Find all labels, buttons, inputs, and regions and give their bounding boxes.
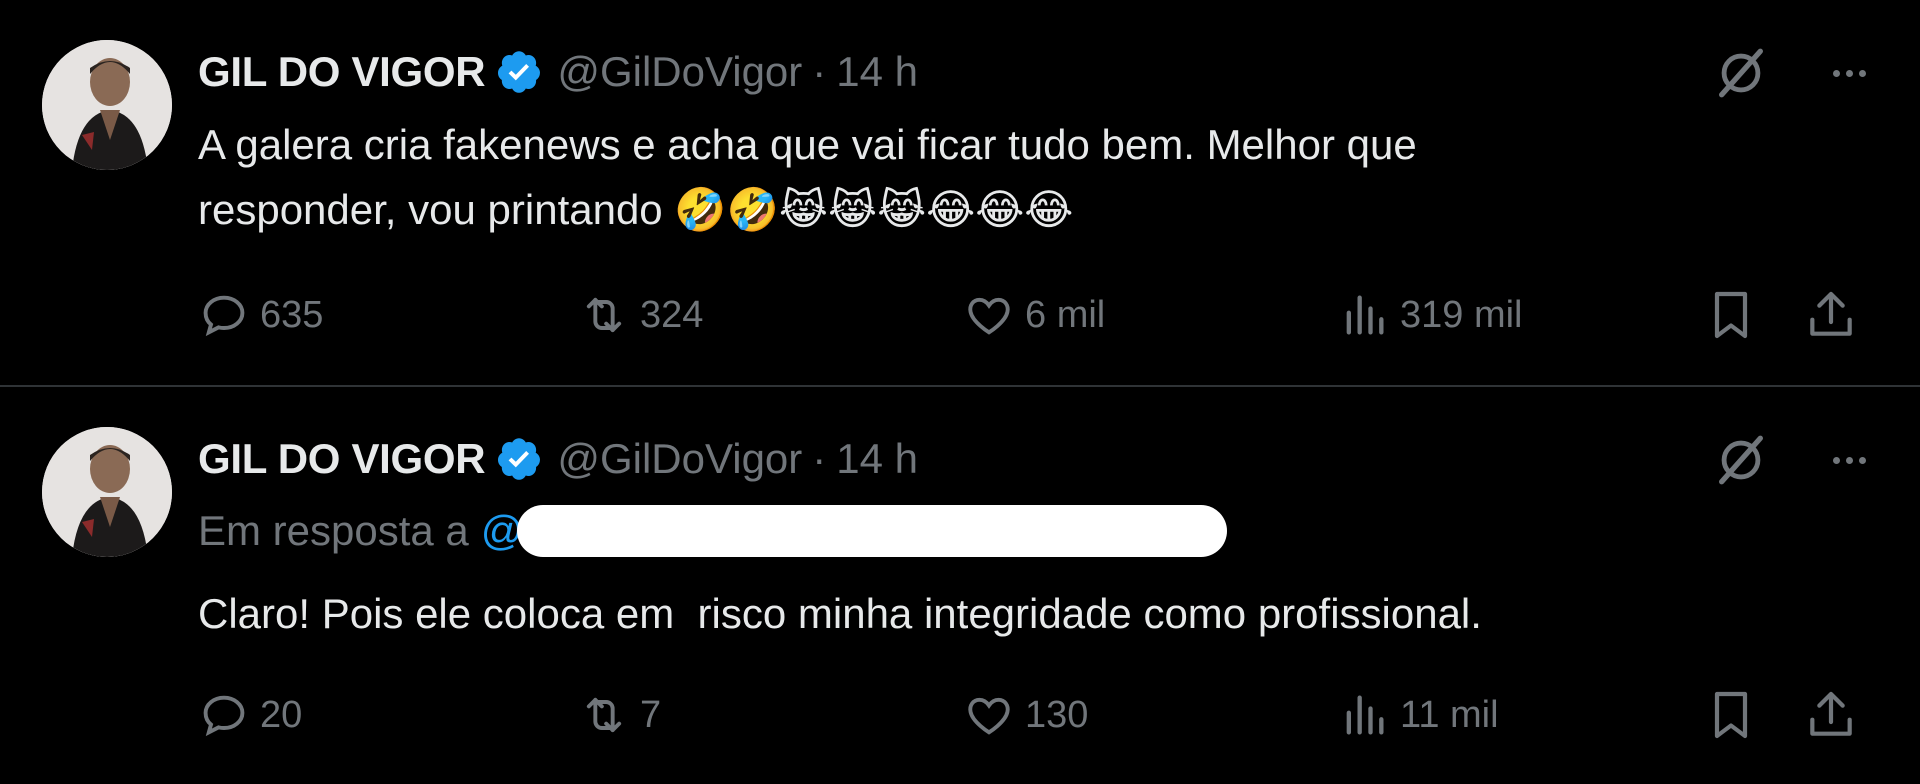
like-button[interactable]: 6 mil [963, 285, 1105, 345]
retweet-button[interactable]: 324 [578, 285, 703, 345]
grok-icon[interactable] [1712, 431, 1770, 489]
separator-dot: · [812, 435, 827, 482]
tweet-2[interactable]: GIL DO VIGOR @GilDoVigor · 14 h Em respo… [0, 387, 1920, 784]
views-icon [1346, 695, 1384, 735]
timestamp[interactable]: 14 h [836, 435, 918, 483]
views-button[interactable]: 11 mil [1338, 685, 1499, 745]
author-handle[interactable]: @GilDoVigor [557, 48, 802, 96]
share-icon[interactable] [1803, 687, 1859, 743]
grok-icon[interactable] [1712, 44, 1770, 102]
reply-prefix: Em resposta a [198, 507, 469, 554]
bookmark-icon[interactable] [1703, 687, 1759, 743]
reply-button[interactable]: 635 [198, 285, 323, 345]
like-count: 6 mil [1025, 293, 1106, 336]
separator-dot: · [812, 48, 827, 95]
more-icon[interactable] [1820, 44, 1878, 102]
share-icon[interactable] [1803, 287, 1859, 343]
reply-icon [203, 695, 245, 737]
tweet-actions: 635 324 6 mil 319 mil [198, 285, 1898, 345]
views-button[interactable]: 319 mil [1338, 285, 1523, 345]
author-handle[interactable]: @GilDoVigor [557, 435, 802, 483]
tweet-header: GIL DO VIGOR @GilDoVigor · 14 h [198, 42, 918, 102]
reply-context: Em resposta a @ [198, 505, 1228, 557]
heart-icon [968, 297, 1010, 335]
tweet-actions: 20 7 130 11 mil [198, 685, 1898, 745]
avatar[interactable] [42, 427, 172, 557]
retweet-count: 324 [640, 293, 704, 336]
redacted-handle [517, 505, 1228, 557]
tweet-text: Claro! Pois ele coloca em risco minha in… [198, 590, 1482, 637]
retweet-icon [586, 297, 622, 333]
bookmark-icon[interactable] [1703, 287, 1759, 343]
more-icon[interactable] [1820, 431, 1878, 489]
heart-icon [968, 697, 1010, 735]
views-count: 11 mil [1400, 693, 1499, 736]
like-button[interactable]: 130 [963, 685, 1088, 745]
retweet-icon [586, 697, 622, 733]
verified-badge-icon [498, 438, 541, 480]
author-name[interactable]: GIL DO VIGOR [198, 48, 486, 96]
retweet-count: 7 [640, 693, 662, 736]
author-name[interactable]: GIL DO VIGOR [198, 435, 486, 483]
verified-badge-icon [498, 51, 541, 93]
reply-button[interactable]: 20 [198, 685, 302, 745]
tweet-1[interactable]: GIL DO VIGOR @GilDoVigor · 14 h A galera… [0, 0, 1920, 385]
reply-count: 20 [260, 693, 303, 736]
views-count: 319 mil [1400, 293, 1523, 336]
timestamp[interactable]: 14 h [836, 48, 918, 96]
retweet-button[interactable]: 7 [578, 685, 661, 745]
like-count: 130 [1025, 693, 1089, 736]
reply-count: 635 [260, 293, 324, 336]
tweet-header: GIL DO VIGOR @GilDoVigor · 14 h [198, 429, 918, 489]
reply-icon [203, 295, 245, 337]
avatar[interactable] [42, 40, 172, 170]
tweet-text: A galera cria fakenews e acha que vai fi… [198, 121, 1417, 233]
views-icon [1346, 295, 1384, 335]
